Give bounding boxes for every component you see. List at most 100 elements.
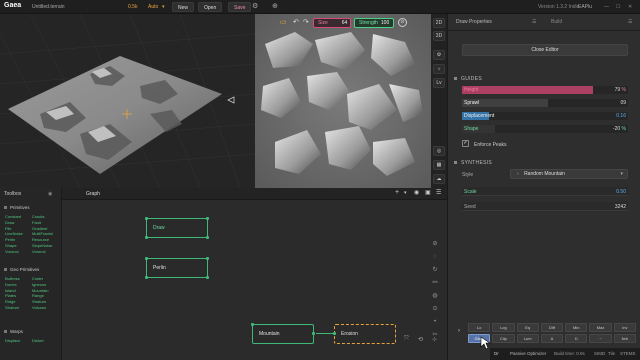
scale-field[interactable]: Scale 0.50 <box>462 187 628 196</box>
file-name[interactable]: Untitled.terrain <box>32 4 65 10</box>
dot-icon[interactable]: • <box>430 316 440 329</box>
node-port[interactable] <box>206 217 209 220</box>
eye-icon[interactable]: ◉ <box>414 189 419 196</box>
toolbox-item[interactable]: Constant <box>5 214 32 219</box>
resolution-select[interactable]: 0.5k <box>128 4 137 10</box>
toolbox-item[interactable]: Fault <box>32 220 59 225</box>
toolbox-item[interactable]: Draw <box>5 220 32 225</box>
node-perlin[interactable]: Perlin <box>145 257 209 279</box>
toolbox-item[interactable]: Mountain <box>32 288 59 293</box>
slider-shape[interactable]: Shape -20 % <box>462 125 628 133</box>
globe-icon[interactable]: ⊕ <box>272 2 278 10</box>
category-geo-primitives[interactable]: Geo Primitives <box>4 267 39 272</box>
toolbox-item[interactable]: MultiFractal <box>32 231 59 236</box>
toolbox-item[interactable]: Ridge <box>5 299 32 304</box>
lv-button[interactable]: Lv <box>433 78 445 88</box>
node-port[interactable] <box>333 332 336 335</box>
toolbox-item[interactable]: Range <box>32 293 59 298</box>
maximize-icon[interactable]: ☐ <box>616 4 620 10</box>
toolbox-item[interactable]: Dunes <box>5 282 32 287</box>
op-button[interactable]: Min <box>565 323 588 332</box>
toolbox-item[interactable]: Volcano <box>32 305 59 310</box>
view-3d-button[interactable]: 3D <box>433 31 445 41</box>
settings-icon[interactable]: ⚙ <box>252 2 258 10</box>
tab-draw-properties[interactable]: Draw Properties <box>456 14 492 30</box>
seed-field[interactable]: Seed 3242 <box>462 202 628 211</box>
toolbox-item[interactable]: Shape <box>5 243 32 248</box>
terrain-3d-view[interactable] <box>0 14 255 188</box>
node-port[interactable] <box>206 257 209 260</box>
chevron-right-icon[interactable]: › <box>458 328 460 334</box>
node-draw[interactable]: Draw <box>145 217 209 239</box>
slider-displacement[interactable]: Displacement 0.16 <box>462 112 628 120</box>
section-guides[interactable]: GUIDES <box>454 76 482 82</box>
op-button[interactable]: Lum <box>516 334 539 343</box>
style-select[interactable]: ‹ Random Mountain ▾ <box>510 169 628 179</box>
paint-icon[interactable]: ◍ <box>430 290 440 303</box>
op-button[interactable]: Clip <box>492 334 515 343</box>
cloud-icon[interactable]: ☁ <box>433 174 445 184</box>
redo-icon[interactable]: ↷ <box>303 18 309 26</box>
clear-icon[interactable]: ⊘ <box>398 18 407 27</box>
fit-icon[interactable]: ◌ <box>430 251 440 264</box>
rotate-icon[interactable]: ⟲ <box>418 336 423 343</box>
close-editor-button[interactable]: Close Editor <box>462 44 628 56</box>
toolbox-item[interactable]: Stratum <box>32 299 59 304</box>
grid-icon[interactable]: ▦ <box>433 160 445 170</box>
viewport-3d[interactable] <box>0 14 255 188</box>
toolbox-item[interactable]: Perlin <box>5 237 32 242</box>
node-mountain[interactable]: Mountain <box>251 323 315 344</box>
toolbox-item[interactable]: Voronoi <box>32 249 59 254</box>
list-icon[interactable]: ☰ <box>532 14 536 30</box>
tab-graph[interactable]: Graph <box>86 191 100 197</box>
chevron-down-icon[interactable]: ▾ <box>404 190 407 196</box>
toolbox-item[interactable]: File <box>5 226 32 231</box>
sun-icon[interactable]: ☼ <box>433 64 445 74</box>
toolbox-item[interactable]: Cracks <box>32 214 59 219</box>
op-button[interactable]: Eq <box>516 323 539 332</box>
settings-icon[interactable]: ⚙ <box>433 50 445 60</box>
new-button[interactable]: New <box>172 2 195 12</box>
toolbox-item[interactable]: Distort <box>32 338 59 343</box>
node-port[interactable] <box>145 217 148 220</box>
undo-icon[interactable]: ↶ <box>293 18 299 26</box>
user-label[interactable]: EAPlu <box>578 4 592 10</box>
refresh-icon[interactable]: ↻ <box>430 264 440 277</box>
enforce-peaks-checkbox[interactable]: ✓ <box>462 140 469 147</box>
op-button[interactable]: Max <box>589 323 612 332</box>
toolbox-item[interactable]: Island <box>5 288 32 293</box>
toolbox-item[interactable]: Resource <box>32 237 59 242</box>
op-button[interactable]: Lo <box>468 323 491 332</box>
save-button[interactable]: Save <box>228 2 252 12</box>
disable-icon[interactable]: ⊘ <box>430 238 440 251</box>
viewport-2d[interactable]: ▭ ↶ ↷ Size 64 Strength 100 ⊘ <box>255 14 431 188</box>
node-port[interactable] <box>145 236 148 239</box>
slider-height[interactable]: Height 79 % <box>462 86 628 94</box>
toolbox-item[interactable]: Stratum <box>5 305 32 310</box>
op-button[interactable]: ~ <box>589 334 612 343</box>
node-port[interactable] <box>312 332 315 335</box>
toolbox-item[interactable]: Crater <box>32 276 59 281</box>
menu-icon[interactable]: ☰ <box>436 189 441 196</box>
add-node-icon[interactable]: + <box>395 189 399 196</box>
passive-optimizer[interactable]: Passive Optimizer <box>510 351 546 356</box>
view-2d-button[interactable]: 2D <box>433 18 445 28</box>
toolbox-item[interactable]: SlopeNoise <box>32 243 59 248</box>
toolbox-item[interactable]: LineNoise <box>5 231 32 236</box>
slider-sprawl[interactable]: Sprawl 09 <box>462 99 628 107</box>
build-mode-select[interactable]: Auto <box>148 4 158 10</box>
category-primitives[interactable]: Primitives <box>4 205 30 210</box>
toolbox-item[interactable]: Igneous <box>32 282 59 287</box>
node-erosion[interactable]: Erosion <box>333 324 396 344</box>
toolbox-item[interactable]: Gradient <box>32 226 59 231</box>
op-button[interactable]: D <box>565 334 588 343</box>
crosshair-icon[interactable]: ⊹ <box>432 336 437 343</box>
lock-icon[interactable]: ⊙ <box>430 303 440 316</box>
eye-icon[interactable]: ◉ <box>48 191 52 197</box>
compass-icon[interactable]: ◎ <box>433 146 445 156</box>
op-button[interactable]: Inv <box>613 323 636 332</box>
tab-build[interactable]: Build <box>551 14 562 30</box>
section-synthesis[interactable]: SYNTHESIS <box>454 160 492 166</box>
heightmap-preview[interactable] <box>255 14 431 188</box>
node-port[interactable] <box>206 276 209 279</box>
